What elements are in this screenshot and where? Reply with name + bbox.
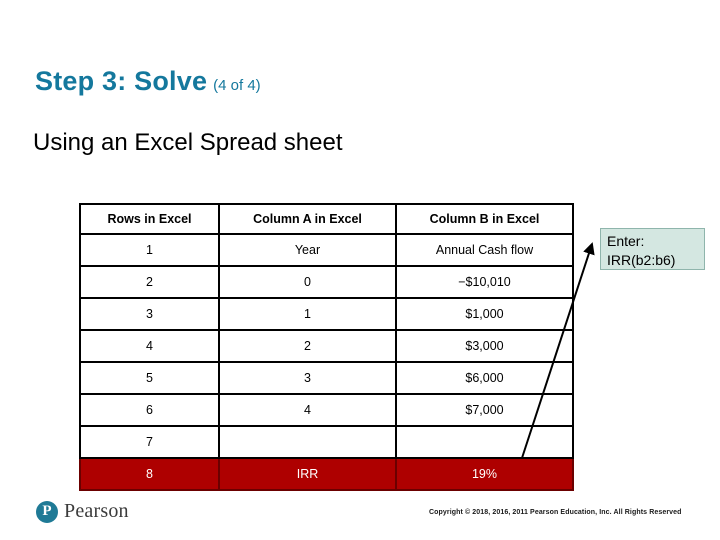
table-row: 4 2 $3,000 [79,329,574,363]
callout-line-1: Enter: [607,233,645,249]
copyright-notice: Copyright © 2018, 2016, 2011 Pearson Edu… [429,509,682,516]
cell-row-number: 2 [79,265,220,299]
table-row: 5 3 $6,000 [79,361,574,395]
cell-column-b: 19% [395,457,574,491]
table-row: 2 0 −$10,010 [79,265,574,299]
page-title: Step 3: Solve (4 of 4) [35,66,261,97]
cell-row-number: 1 [79,233,220,267]
cell-column-a: 3 [218,361,397,395]
callout-box: Enter: IRR(b2:b6) [600,228,705,270]
page-subtitle: Using an Excel Spread sheet [33,129,343,156]
column-header-b: Column B in Excel [395,203,574,235]
cell-column-b [395,425,574,459]
cell-column-a: 4 [218,393,397,427]
cell-row-number: 6 [79,393,220,427]
cell-column-a: 0 [218,265,397,299]
callout-line-2: IRR(b2:b6) [607,252,676,268]
brand-logo-text: Pearson [64,500,129,522]
cell-column-a: 1 [218,297,397,331]
cell-column-a: IRR [218,457,397,491]
cell-column-a: 2 [218,329,397,363]
column-header-a: Column A in Excel [218,203,397,235]
cell-column-a: Year [218,233,397,267]
cell-row-number: 7 [79,425,220,459]
table-row: 7 [79,425,574,459]
excel-reference-table: Rows in Excel Column A in Excel Column B… [79,203,574,491]
pearson-p-icon [36,500,58,523]
table-row: 6 4 $7,000 [79,393,574,427]
cell-column-b: $1,000 [395,297,574,331]
slide-canvas: Step 3: Solve (4 of 4) Using an Excel Spr… [0,0,720,540]
cell-column-a [218,425,397,459]
cell-row-number: 3 [79,297,220,331]
brand-logo: Pearson [36,500,129,523]
cell-row-number: 5 [79,361,220,395]
table-row: 1 Year Annual Cash flow [79,233,574,267]
column-header-rows: Rows in Excel [79,203,220,235]
cell-column-b: $3,000 [395,329,574,363]
cell-row-number: 4 [79,329,220,363]
table-header-row: Rows in Excel Column A in Excel Column B… [79,203,574,235]
page-title-main: Step 3: Solve [35,66,208,96]
table-row-irr-highlight: 8 IRR 19% [79,457,574,491]
cell-column-b: $6,000 [395,361,574,395]
page-title-progress: (4 of 4) [213,77,261,94]
cell-column-b: $7,000 [395,393,574,427]
cell-column-b: Annual Cash flow [395,233,574,267]
table-row: 3 1 $1,000 [79,297,574,331]
cell-column-b: −$10,010 [395,265,574,299]
cell-row-number: 8 [79,457,220,491]
